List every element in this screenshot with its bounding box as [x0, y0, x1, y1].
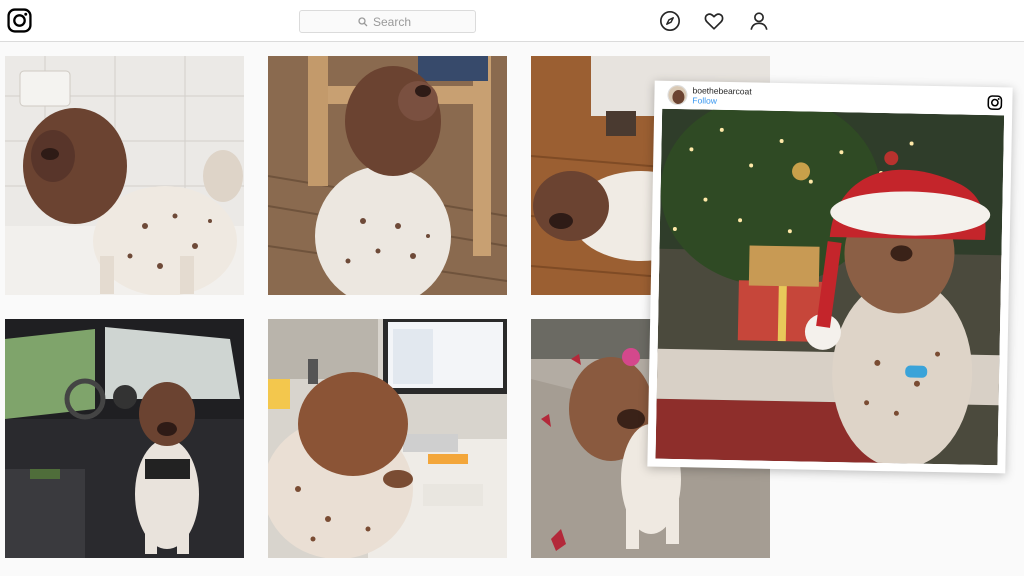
- post-thumbnail-4[interactable]: [5, 319, 244, 558]
- post-card[interactable]: boethebearcoat Follow: [647, 80, 1013, 474]
- dog-photo: [268, 56, 507, 295]
- post-thumbnail-5[interactable]: [268, 319, 507, 558]
- profile-icon[interactable]: [748, 10, 770, 32]
- post-thumbnail-2[interactable]: [268, 56, 507, 295]
- post-thumbnail-1[interactable]: [5, 56, 244, 295]
- post-image: [655, 108, 1005, 466]
- dog-photo: [268, 319, 507, 558]
- avatar-image: [668, 85, 688, 106]
- top-navigation-bar: [0, 0, 1024, 42]
- search-box[interactable]: [299, 10, 476, 33]
- dog-photo: [5, 56, 244, 295]
- search-input[interactable]: [373, 14, 417, 29]
- christmas-dog-photo: [655, 108, 1005, 466]
- follow-button[interactable]: Follow: [692, 95, 717, 105]
- instagram-logo-icon: [987, 95, 1003, 111]
- dog-photo: [5, 319, 244, 558]
- instagram-logo-icon[interactable]: [7, 8, 32, 33]
- avatar[interactable]: [667, 84, 688, 106]
- search-icon: [358, 16, 368, 26]
- heart-icon[interactable]: [703, 10, 725, 32]
- explore-compass-icon[interactable]: [659, 10, 681, 32]
